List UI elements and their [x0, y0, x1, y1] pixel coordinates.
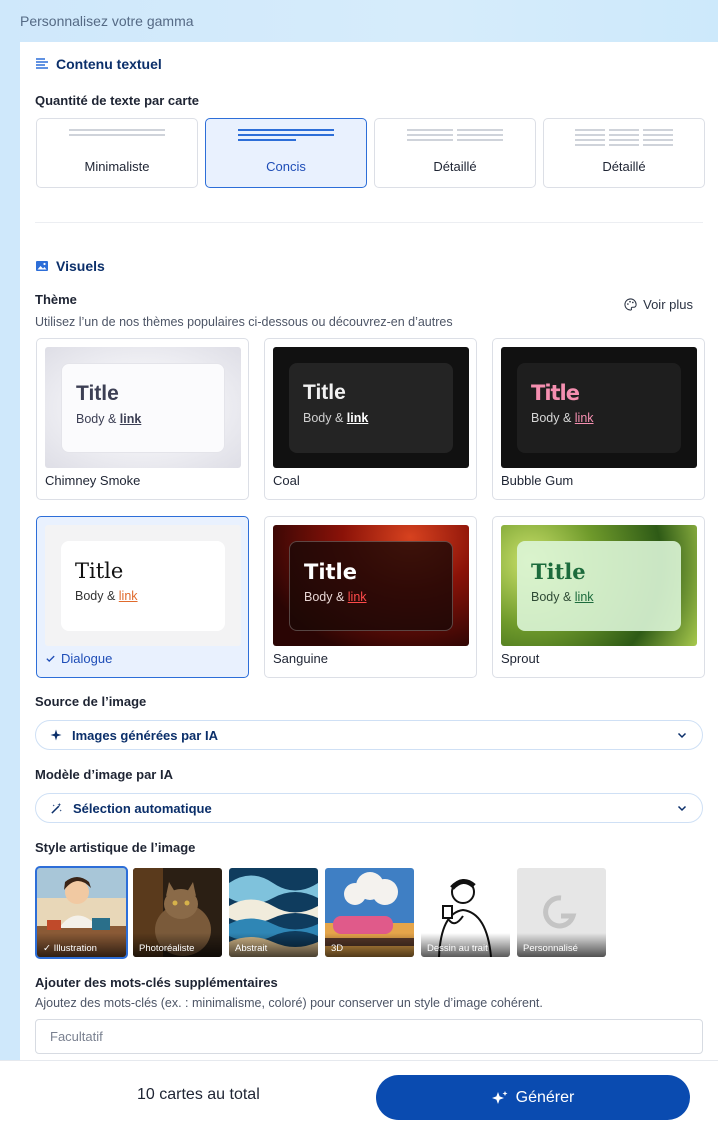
theme-name: Sprout — [501, 651, 540, 666]
footer-bar: 10 cartes au total Générer — [0, 1060, 718, 1130]
quantity-lines-icon — [37, 129, 197, 136]
art-style-3d[interactable]: 3D — [325, 868, 414, 957]
quantity-option-label: Minimaliste — [84, 159, 150, 174]
text-lines-icon — [36, 58, 48, 69]
theme-sample-card: Title Body & link — [61, 541, 225, 631]
sparkles-icon — [491, 1090, 508, 1104]
section-divider — [35, 222, 703, 223]
see-more-label: Voir plus — [643, 297, 693, 312]
chevron-down-icon — [677, 732, 687, 739]
theme-sample-title: Title — [76, 382, 119, 405]
palette-icon — [624, 298, 637, 311]
theme-sample-card: Title Body & link — [517, 363, 681, 453]
art-style-label-abstract: Abstrait — [229, 933, 318, 957]
text-section-title: Contenu textuel — [56, 56, 162, 72]
theme-sample-card: Title Body & link — [61, 363, 225, 453]
image-model-label: Modèle d’image par IA — [35, 767, 173, 782]
art-style-label: Style artistique de l’image — [35, 840, 196, 855]
page-title: Personnalisez votre gamma — [20, 13, 194, 29]
theme-card-chimney-smoke[interactable]: Title Body & link Chimney Smoke — [36, 338, 249, 500]
theme-sample-body: Body & link — [303, 411, 369, 425]
theme-preview: Title Body & link — [45, 525, 241, 646]
theme-sample-title: Title — [303, 381, 346, 404]
quantity-option-label: Détaillé — [433, 159, 477, 174]
text-quantity-label: Quantité de texte par carte — [35, 93, 199, 108]
quantity-option-minimal[interactable]: Minimaliste — [36, 118, 198, 188]
art-style-label-line-drawing: Dessin au trait — [421, 933, 510, 957]
theme-sample-body: Body & link — [531, 411, 594, 425]
theme-name: Bubble Gum — [501, 473, 574, 488]
keywords-input[interactable] — [35, 1019, 703, 1054]
theme-sample-card: Title Body & link — [289, 541, 453, 631]
art-style-label-photorealistic: Photoréaliste — [133, 933, 222, 957]
theme-label: Thème — [35, 292, 77, 307]
art-style-label-3d: 3D — [325, 933, 414, 957]
see-more-themes-link[interactable]: Voir plus — [624, 297, 693, 312]
theme-name: Dialogue — [61, 651, 113, 666]
checkmark-icon — [46, 655, 55, 663]
theme-name: Chimney Smoke — [45, 473, 141, 488]
theme-preview: Title Body & link — [273, 525, 469, 646]
theme-card-coal[interactable]: Title Body & link Coal — [264, 338, 477, 500]
quantity-lines-icon — [206, 129, 366, 141]
generate-button[interactable]: Générer — [376, 1075, 690, 1120]
sparkle-icon — [50, 729, 62, 741]
art-style-custom[interactable]: Personnalisé — [517, 868, 606, 957]
theme-name-row: Dialogue — [45, 651, 112, 666]
art-style-label-custom: Personnalisé — [517, 933, 606, 957]
theme-card-sanguine[interactable]: Title Body & link Sanguine — [264, 516, 477, 678]
art-style-illustration[interactable]: ✓ Illustration — [35, 866, 128, 959]
theme-description: Utilisez l’un de nos thèmes populaires c… — [35, 315, 453, 329]
theme-sample-body: Body & link — [304, 590, 367, 604]
image-source-label: Source de l’image — [35, 694, 147, 709]
theme-sample-title: Title — [531, 559, 586, 584]
card-total: 10 cartes au total — [137, 1086, 260, 1103]
quantity-lines-icon — [544, 129, 704, 146]
quantity-option-detailed[interactable]: Détaillé — [374, 118, 536, 188]
visuals-section-title: Visuels — [56, 258, 105, 274]
keywords-description: Ajoutez des mots-clés (ex. : minimalisme… — [35, 996, 543, 1010]
theme-name: Sanguine — [273, 651, 328, 666]
quantity-option-extensive[interactable]: Détaillé — [543, 118, 705, 188]
theme-card-sprout[interactable]: Title Body & link Sprout — [492, 516, 705, 678]
image-source-value: Images générées par IA — [72, 727, 218, 743]
theme-sample-title: Title — [531, 381, 580, 405]
theme-card-dialogue[interactable]: Title Body & link Dialogue — [36, 516, 249, 678]
generate-button-label: Générer — [515, 1088, 575, 1106]
top-strip: Personnalisez votre gamma — [0, 0, 718, 42]
theme-sample-title: Title — [75, 559, 124, 583]
theme-preview: Title Body & link — [273, 347, 469, 468]
theme-sample-title: Title — [304, 560, 358, 584]
visuals-section-heading: Visuels — [35, 258, 105, 274]
art-style-abstract[interactable]: Abstrait — [229, 868, 318, 957]
theme-sample-card: Title Body & link — [517, 541, 681, 631]
chevron-down-icon — [677, 805, 687, 812]
settings-panel: Contenu textuel Quantité de texte par ca… — [20, 42, 718, 1060]
theme-card-bubble-gum[interactable]: Title Body & link Bubble Gum — [492, 338, 705, 500]
quantity-lines-icon — [375, 129, 535, 141]
quantity-option-label: Détaillé — [602, 159, 646, 174]
text-section-heading: Contenu textuel — [35, 56, 162, 72]
image-model-select[interactable]: Sélection automatique — [35, 793, 703, 823]
quantity-option-label: Concis — [266, 159, 306, 174]
image-model-value: Sélection automatique — [73, 800, 212, 816]
theme-preview: Title Body & link — [45, 347, 241, 468]
image-source-select[interactable]: Images générées par IA — [35, 720, 703, 750]
theme-sample-card: Title Body & link — [289, 363, 453, 453]
magic-wand-icon — [51, 802, 62, 814]
theme-name: Coal — [273, 473, 300, 488]
art-style-photorealistic[interactable]: Photoréaliste — [133, 868, 222, 957]
theme-preview: Title Body & link — [501, 525, 697, 646]
image-icon — [36, 261, 48, 271]
theme-preview: Title Body & link — [501, 347, 697, 468]
art-style-label-illustration: ✓ Illustration — [37, 933, 126, 957]
theme-sample-body: Body & link — [75, 589, 138, 603]
keywords-label: Ajouter des mots-clés supplémentaires — [35, 975, 278, 990]
theme-sample-body: Body & link — [531, 590, 594, 604]
quantity-option-concise[interactable]: Concis — [205, 118, 367, 188]
theme-sample-body: Body & link — [76, 412, 142, 426]
art-style-line-drawing[interactable]: Dessin au trait — [421, 868, 510, 957]
